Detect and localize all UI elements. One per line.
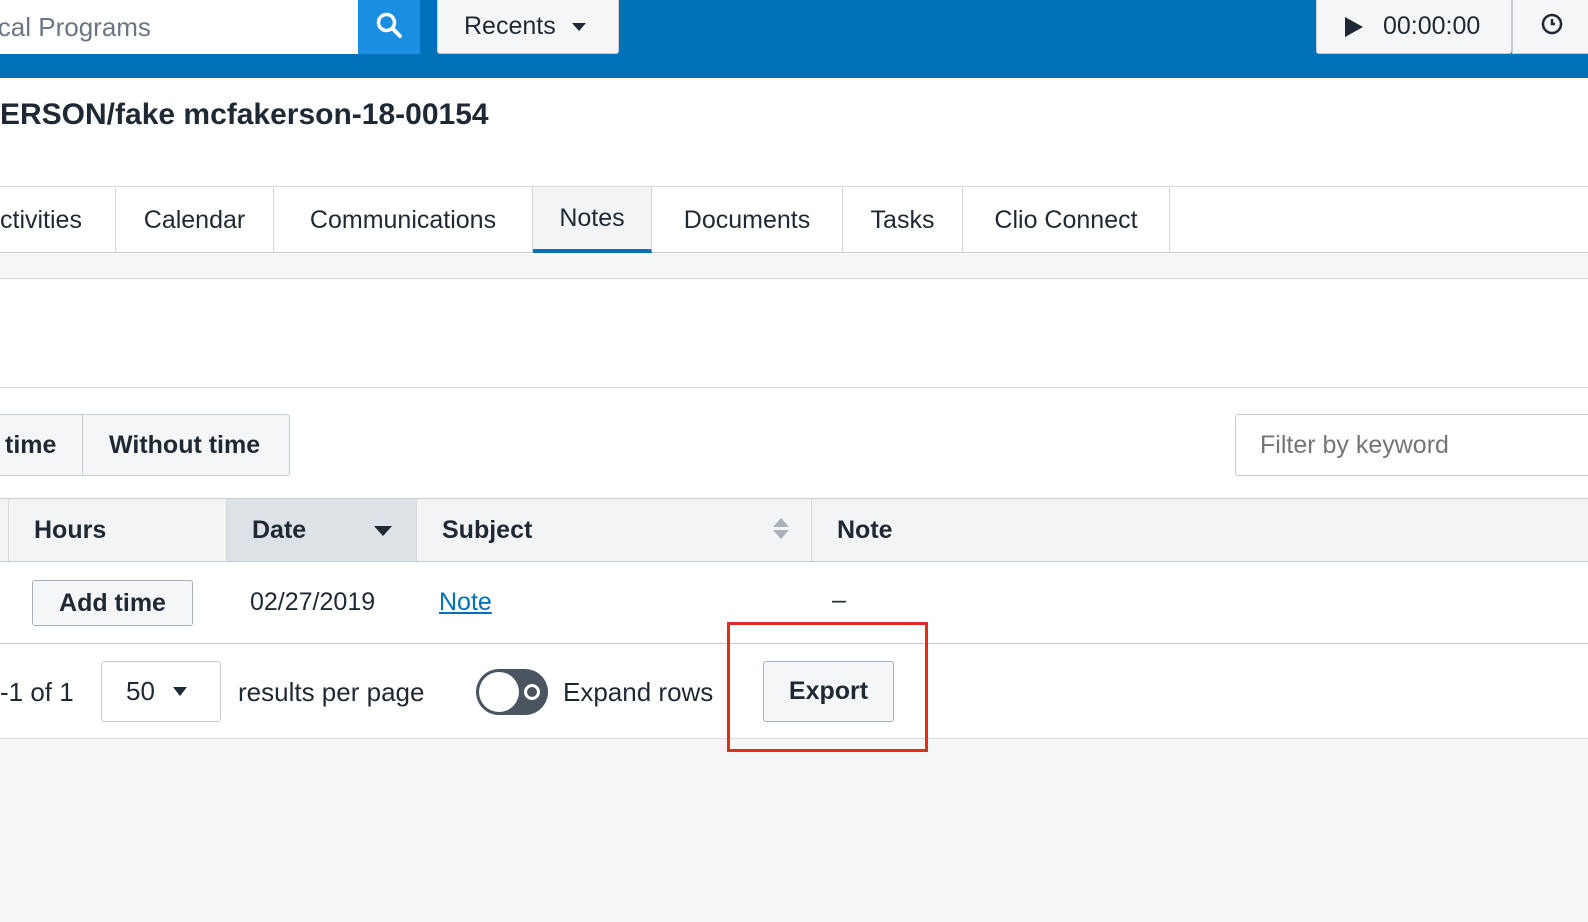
tab-label: ctivities [0,205,82,234]
tab-clio-connect[interactable]: Clio Connect [963,187,1170,253]
segment-label: Without time [109,430,261,459]
per-page-label: results per page [238,677,425,707]
pagination-range: -1 of 1 [0,677,74,707]
search-input-value: ical Programs [0,11,151,42]
row-subject-link[interactable]: Note [439,588,492,617]
play-icon [1345,16,1363,37]
time-filter-segmented-control: time Without time [0,414,290,476]
column-label: Hours [34,515,107,544]
column-header-subject[interactable]: Subject [416,499,811,561]
recents-label: Recents [464,12,556,40]
column-header-hours[interactable]: Hours [8,499,226,561]
toggle-knob [479,672,519,712]
recents-dropdown[interactable]: Recents [437,0,619,54]
tab-label: Tasks [870,205,935,234]
tab-label: Communications [309,205,497,234]
tab-tasks[interactable]: Tasks [843,187,963,253]
clock-button[interactable] [1512,0,1588,54]
tab-notes[interactable]: Notes [533,187,652,253]
expand-rows-toggle[interactable] [476,669,548,715]
tab-calendar[interactable]: Calendar [116,187,274,253]
clock-icon [1540,12,1564,41]
global-search-input[interactable]: ical Programs [0,0,358,54]
results-per-page-select[interactable]: 50 [101,661,221,722]
per-page-value: 50 [126,676,155,706]
column-header-date[interactable]: Date [226,499,416,561]
search-button[interactable] [358,0,420,54]
tab-label: Clio Connect [994,205,1138,234]
search-icon [375,11,403,44]
timer-button[interactable]: 00:00:00 [1316,0,1512,54]
column-header-note[interactable]: Note [811,499,1588,561]
filter-keyword-input[interactable] [1235,414,1588,476]
tab-activities[interactable]: ctivities [0,187,116,253]
highlight-annotation-box [727,622,928,752]
sort-icon [773,518,789,539]
chevron-down-icon [571,22,586,31]
row-date: 02/27/2019 [250,588,376,616]
tab-label: Documents [683,205,811,234]
column-label: Note [837,515,893,544]
tab-label: Notes [559,203,625,232]
divider [0,387,1588,388]
expand-rows-label: Expand rows [563,677,714,707]
tab-communications[interactable]: Communications [274,187,533,253]
page-title: ERSON/fake mcfakerson-18-00154 [0,98,489,131]
tab-label: Calendar [143,205,246,234]
chevron-down-icon [172,687,187,696]
timer-value: 00:00:00 [1383,12,1481,40]
matter-tabs: ctivities Calendar Communications Notes … [0,186,1588,253]
tab-documents[interactable]: Documents [652,187,843,253]
without-time-segment[interactable]: Without time [83,415,289,475]
segment-label: time [5,430,57,459]
column-label: Date [252,515,307,544]
row-note: – [832,586,846,614]
with-time-segment[interactable]: time [0,415,83,475]
table-header: Hours Date Subject Note [0,498,1588,562]
add-time-button[interactable]: Add time [32,580,193,626]
column-label: Subject [442,515,533,544]
sort-descending-icon [374,526,392,536]
toggle-off-indicator-icon [524,684,540,700]
